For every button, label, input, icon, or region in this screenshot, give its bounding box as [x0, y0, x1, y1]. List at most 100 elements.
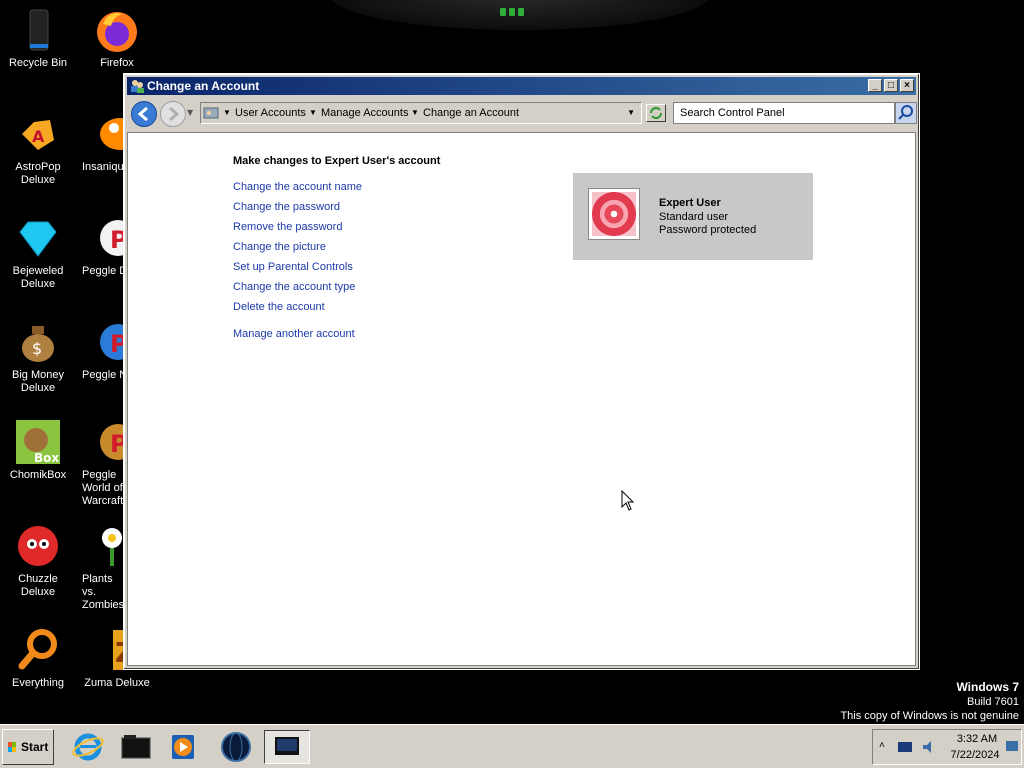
wallpaper-logo [497, 8, 527, 16]
close-button[interactable]: × [900, 79, 914, 92]
peggle-wow-icon: P [92, 418, 127, 466]
parental-controls-link[interactable]: Set up Parental Controls [233, 261, 353, 273]
desktop-icon-chomikbox[interactable]: Box ChomikBox [0, 418, 76, 482]
watermark-build: Build 7601 [967, 696, 1019, 708]
start-button[interactable]: Start [2, 729, 54, 765]
breadcrumb-arrow-icon[interactable]: ▼ [309, 103, 317, 123]
refresh-icon [650, 107, 662, 119]
search-input[interactable]: Search Control Panel [673, 102, 895, 124]
address-dropdown-icon[interactable]: ▼ [627, 103, 635, 123]
mouse-cursor-icon [621, 489, 635, 516]
magnifier-icon [14, 626, 62, 674]
change-account-window: Change an Account _ □ × ▼ ▼ User Account… [123, 73, 920, 670]
forward-arrow-icon [169, 106, 180, 122]
clock-time[interactable]: 3:32 AM [955, 733, 999, 745]
recycle-bin-icon [14, 6, 62, 54]
user-accounts-icon [129, 78, 145, 94]
back-button[interactable] [131, 101, 157, 127]
window-title: Change an Account [147, 79, 260, 93]
desktop-icon-firefox[interactable]: Firefox [79, 6, 155, 70]
search-button[interactable] [895, 102, 917, 124]
internet-explorer-icon [72, 733, 104, 761]
taskbar-control-panel-active[interactable] [264, 730, 310, 764]
recent-pages-dropdown[interactable]: ▼ [187, 108, 193, 117]
taskbar-internet-explorer[interactable] [70, 730, 106, 764]
minimize-button[interactable]: _ [868, 79, 882, 92]
taskbar: Start ˄ 3:32 AM 7/22/2024 [0, 724, 1024, 768]
account-type: Standard user [659, 211, 729, 223]
taskbar-media-player[interactable] [166, 730, 202, 764]
desktop-icon-big-money[interactable]: $ Big Money Deluxe [0, 318, 76, 395]
folder-icon [121, 735, 151, 759]
title-bar[interactable]: Change an Account _ □ × [127, 77, 916, 95]
maximize-icon: □ [887, 80, 895, 91]
taskbar-windows-explorer[interactable] [118, 730, 154, 764]
globe-icon [221, 732, 251, 762]
desktop-icon-plants-vs-zombies[interactable]: Plants vs. Zombies [79, 522, 127, 612]
page-heading: Make changes to Expert User's account [233, 155, 441, 167]
peggle-icon: P [92, 214, 127, 262]
system-tray: ˄ 3:32 AM 7/22/2024 [872, 729, 1022, 765]
desktop-icon-insaniquarium[interactable]: Insaniquarium Deluxe [79, 110, 127, 174]
change-account-name-link[interactable]: Change the account name [233, 181, 362, 193]
minimize-icon: _ [872, 80, 878, 91]
breadcrumb-change-account[interactable]: Change an Account [423, 103, 519, 123]
manage-another-account-link[interactable]: Manage another account [233, 328, 355, 340]
flower-icon [92, 522, 127, 570]
remove-password-link[interactable]: Remove the password [233, 221, 342, 233]
search-icon [898, 105, 913, 120]
desktop-icon-everything[interactable]: Everything [0, 626, 76, 690]
fish-icon [92, 110, 127, 158]
desktop-icon-peggle[interactable]: P Peggle Deluxe [79, 214, 127, 278]
account-name: Expert User [659, 197, 721, 209]
navigation-bar: ▼ ▼ User Accounts ▼ Manage Accounts ▼ Ch… [127, 98, 917, 129]
chomikbox-icon: Box [14, 418, 62, 466]
back-arrow-icon [137, 106, 148, 122]
action-center-icon[interactable] [897, 740, 913, 754]
astropop-icon: A [14, 110, 62, 158]
address-bar[interactable]: ▼ User Accounts ▼ Manage Accounts ▼ Chan… [200, 102, 642, 124]
start-label: Start [21, 740, 49, 754]
taskbar-network[interactable] [218, 730, 254, 764]
control-panel-icon [203, 105, 219, 121]
breadcrumb-manage-accounts[interactable]: Manage Accounts [321, 103, 408, 123]
show-hidden-icons-button[interactable]: ˄ [879, 740, 885, 751]
breadcrumb-user-accounts[interactable]: User Accounts [235, 103, 306, 123]
control-panel-window-icon [275, 737, 299, 755]
change-password-link[interactable]: Change the password [233, 201, 340, 213]
media-player-icon [172, 735, 194, 759]
watermark-title: Windows 7 [956, 680, 1019, 694]
close-icon: × [904, 80, 910, 91]
account-card: Expert User Standard user Password prote… [573, 173, 813, 260]
refresh-button[interactable] [646, 104, 666, 122]
avatar[interactable] [588, 188, 640, 240]
forward-button[interactable] [160, 101, 186, 127]
content-pane: Make changes to Expert User's account Ch… [127, 132, 916, 666]
desktop-icon-chuzzle[interactable]: Chuzzle Deluxe [0, 522, 76, 599]
windows-logo-icon [8, 742, 16, 752]
watermark-genuine: This copy of Windows is not genuine [840, 710, 1019, 722]
svg-text:$: $ [32, 339, 42, 358]
show-desktop-icon[interactable] [1005, 740, 1019, 754]
firefox-icon [93, 6, 141, 54]
clock-date[interactable]: 7/22/2024 [947, 749, 1003, 761]
svg-text:Box: Box [34, 451, 59, 465]
gem-icon [14, 214, 62, 262]
desktop-icon-peggle-wow[interactable]: P Peggle World of Warcraft [79, 418, 127, 508]
desktop-icon-peggle-nights[interactable]: P Peggle Nights Deluxe [79, 318, 127, 382]
change-picture-link[interactable]: Change the picture [233, 241, 326, 253]
volume-icon[interactable] [921, 740, 937, 754]
desktop-icon-bejeweled[interactable]: Bejeweled Deluxe [0, 214, 76, 291]
svg-text:A: A [32, 127, 45, 146]
breadcrumb-arrow-icon[interactable]: ▼ [411, 103, 419, 123]
breadcrumb-arrow-icon[interactable]: ▼ [223, 103, 231, 123]
peggle-nights-icon: P [92, 318, 127, 366]
desktop-icon-astropop[interactable]: A AstroPop Deluxe [0, 110, 76, 187]
maximize-button[interactable]: □ [884, 79, 898, 92]
change-account-type-link[interactable]: Change the account type [233, 281, 355, 293]
desktop-icon-recycle-bin[interactable]: Recycle Bin [0, 6, 76, 70]
account-status: Password protected [659, 224, 757, 236]
chuzzle-icon [14, 522, 62, 570]
money-bag-icon: $ [14, 318, 62, 366]
delete-account-link[interactable]: Delete the account [233, 301, 325, 313]
